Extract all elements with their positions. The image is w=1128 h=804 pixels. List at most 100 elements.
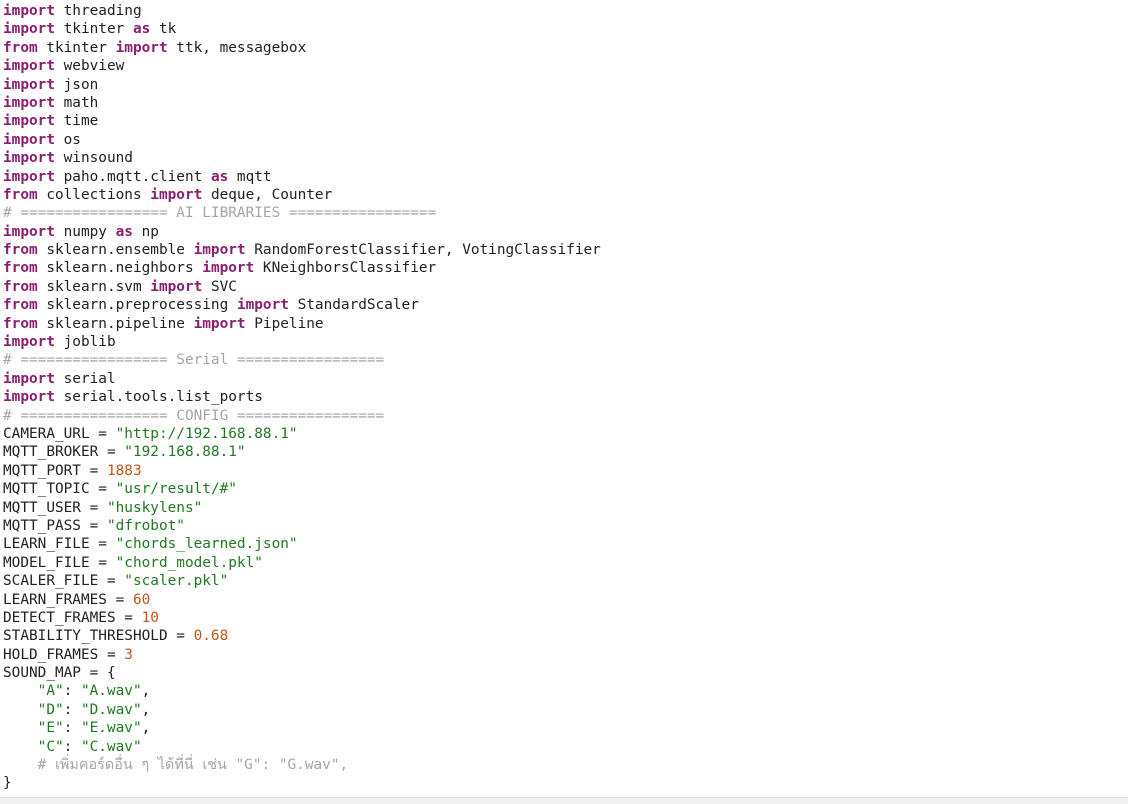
code-line[interactable]: from sklearn.neighbors import KNeighbors…	[3, 259, 601, 277]
comment-token: # ================= Serial =============…	[3, 352, 385, 369]
string-token: "http://192.168.88.1"	[115, 425, 298, 442]
text-token: numpy	[54, 223, 116, 240]
code-line[interactable]: # ================= CONFIG =============…	[3, 407, 601, 425]
text-token: sklearn.neighbors	[37, 260, 203, 277]
code-line[interactable]: import json	[3, 76, 601, 94]
text-token: sklearn.pipeline	[37, 315, 194, 332]
code-line[interactable]: import webview	[3, 57, 601, 75]
string-token: "E.wav"	[80, 720, 142, 737]
text-token: KNeighborsClassifier	[254, 260, 437, 277]
text-token: ttk, messagebox	[167, 39, 307, 56]
keyword-token: import	[3, 21, 55, 38]
text-token: os	[54, 131, 81, 148]
code-line[interactable]: MODEL_FILE = "chord_model.pkl"	[3, 554, 601, 572]
number-token: 3	[124, 646, 133, 663]
code-content[interactable]: import threading import tkinter as tk from…	[3, 2, 601, 793]
code-line[interactable]: "C": "C.wav"	[3, 738, 601, 756]
text-token: np	[132, 223, 159, 240]
text-token: :	[63, 683, 81, 700]
code-line[interactable]: # ================= Serial =============…	[3, 351, 601, 369]
keyword-token: from	[3, 315, 38, 332]
text-token: tkinter	[54, 21, 133, 38]
string-token: "A.wav"	[80, 683, 142, 700]
text-token: CAMERA_URL =	[3, 425, 116, 442]
text-token: MQTT_TOPIC =	[3, 481, 116, 498]
string-token: "C"	[37, 738, 64, 755]
code-line[interactable]: MQTT_USER = "huskylens"	[3, 499, 601, 517]
code-line[interactable]: import os	[3, 131, 601, 149]
text-token: LEARN_FILE =	[3, 536, 116, 553]
code-line[interactable]: import serial.tools.list_ports	[3, 388, 601, 406]
keyword-token: import	[3, 223, 55, 240]
code-line[interactable]: STABILITY_THRESHOLD = 0.68	[3, 627, 601, 645]
text-token: Pipeline	[245, 315, 324, 332]
code-line[interactable]: import numpy as np	[3, 223, 601, 241]
code-line[interactable]: LEARN_FILE = "chords_learned.json"	[3, 535, 601, 553]
keyword-token: import	[3, 58, 55, 75]
string-token: "usr/result/#"	[115, 481, 237, 498]
code-line[interactable]: HOLD_FRAMES = 3	[3, 646, 601, 664]
code-line[interactable]: "E": "E.wav",	[3, 719, 601, 737]
code-line[interactable]: import math	[3, 94, 601, 112]
code-line[interactable]: from sklearn.svm import SVC	[3, 278, 601, 296]
text-token: STABILITY_THRESHOLD =	[3, 628, 194, 645]
keyword-token: from	[3, 242, 38, 259]
code-line[interactable]: MQTT_PORT = 1883	[3, 462, 601, 480]
text-token: SOUND_MAP = {	[3, 665, 116, 682]
code-line[interactable]: import joblib	[3, 333, 601, 351]
keyword-token: from	[3, 278, 38, 295]
code-line[interactable]: MQTT_TOPIC = "usr/result/#"	[3, 480, 601, 498]
text-token: HOLD_FRAMES =	[3, 646, 125, 663]
text-token: MQTT_BROKER =	[3, 444, 125, 461]
code-editor[interactable]: import threading import tkinter as tk from…	[0, 0, 1128, 804]
text-token: sklearn.preprocessing	[37, 297, 237, 314]
code-line[interactable]: import tkinter as tk	[3, 20, 601, 38]
text-token: json	[54, 76, 99, 93]
code-line[interactable]: from collections import deque, Counter	[3, 186, 601, 204]
keyword-token: import	[3, 3, 55, 19]
code-line[interactable]: CAMERA_URL = "http://192.168.88.1"	[3, 425, 601, 443]
string-token: "A"	[37, 683, 64, 700]
code-line[interactable]: DETECT_FRAMES = 10	[3, 609, 601, 627]
text-token: mqtt	[228, 168, 272, 185]
code-line[interactable]: # ================= AI LIBRARIES =======…	[3, 204, 601, 222]
text-token: collections	[37, 186, 151, 203]
keyword-token: import	[3, 131, 55, 148]
text-token: ,	[141, 683, 151, 700]
code-line[interactable]: from sklearn.pipeline import Pipeline	[3, 315, 601, 333]
code-line[interactable]: import time	[3, 112, 601, 130]
code-line[interactable]: import threading	[3, 2, 601, 20]
code-line[interactable]: "A": "A.wav",	[3, 682, 601, 700]
code-line[interactable]: from sklearn.ensemble import RandomFores…	[3, 241, 601, 259]
code-line[interactable]: import serial	[3, 370, 601, 388]
code-line[interactable]: MQTT_BROKER = "192.168.88.1"	[3, 443, 601, 461]
code-line[interactable]: LEARN_FRAMES = 60	[3, 591, 601, 609]
code-line[interactable]: import winsound	[3, 149, 601, 167]
text-token: joblib	[54, 334, 116, 351]
text-token: MQTT_PORT =	[3, 462, 107, 479]
code-line[interactable]: MQTT_PASS = "dfrobot"	[3, 517, 601, 535]
code-line[interactable]: # เพิ่มคอร์ดอื่น ๆ ได้ที่นี่ เช่น "G": "…	[3, 756, 601, 774]
keyword-token: import	[3, 76, 55, 93]
code-line[interactable]: from sklearn.preprocessing import Standa…	[3, 296, 601, 314]
string-token: "E"	[37, 720, 64, 737]
code-line[interactable]: from tkinter import ttk, messagebox	[3, 39, 601, 57]
keyword-token: import	[3, 334, 55, 351]
code-line[interactable]: SOUND_MAP = {	[3, 664, 601, 682]
code-line[interactable]: SCALER_FILE = "scaler.pkl"	[3, 572, 601, 590]
horizontal-scrollbar[interactable]	[0, 797, 1128, 804]
code-line[interactable]: "D": "D.wav",	[3, 701, 601, 719]
number-token: 10	[141, 609, 159, 626]
text-token: }	[3, 775, 12, 792]
text-token: paho.mqtt.client	[54, 168, 211, 185]
text-token: :	[63, 738, 81, 755]
keyword-token: as	[132, 21, 151, 38]
keyword-token: import	[3, 113, 55, 130]
code-line[interactable]: }	[3, 774, 601, 792]
keyword-token: import	[3, 150, 55, 167]
code-line[interactable]: import paho.mqtt.client as mqtt	[3, 168, 601, 186]
